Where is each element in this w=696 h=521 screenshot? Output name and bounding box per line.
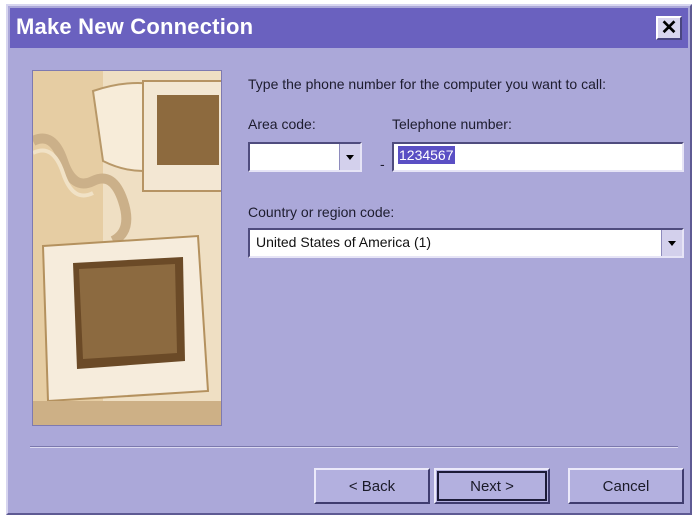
country-region-label: Country or region code: — [248, 204, 395, 220]
button-separator — [30, 446, 678, 448]
country-region-combobox[interactable]: United States of America (1) — [248, 228, 684, 258]
area-code-combobox[interactable] — [248, 142, 362, 172]
close-icon: ✕ — [660, 17, 678, 39]
computer-phone-illustration — [32, 70, 222, 426]
telephone-number-label: Telephone number: — [392, 116, 512, 132]
dialog-title: Make New Connection — [16, 14, 254, 39]
next-button[interactable]: Next > — [434, 468, 550, 504]
telephone-number-value: 1234567 — [398, 146, 455, 164]
chevron-down-icon — [346, 154, 354, 160]
area-code-dropdown-button[interactable] — [339, 144, 360, 170]
separator-dash: - — [380, 156, 385, 172]
country-region-dropdown-button[interactable] — [661, 230, 682, 256]
chevron-down-icon — [668, 240, 676, 246]
back-button[interactable]: < Back — [314, 468, 430, 504]
make-new-connection-dialog: Make New Connection ✕ Type the phone num… — [6, 4, 692, 515]
close-button[interactable]: ✕ — [656, 16, 682, 40]
area-code-label: Area code: — [248, 116, 316, 132]
telephone-number-input[interactable]: 1234567 — [392, 142, 684, 172]
title-bar[interactable]: Make New Connection ✕ — [10, 8, 688, 48]
cancel-button[interactable]: Cancel — [568, 468, 684, 504]
instruction-text: Type the phone number for the computer y… — [248, 76, 606, 92]
country-region-value: United States of America (1) — [256, 234, 432, 250]
